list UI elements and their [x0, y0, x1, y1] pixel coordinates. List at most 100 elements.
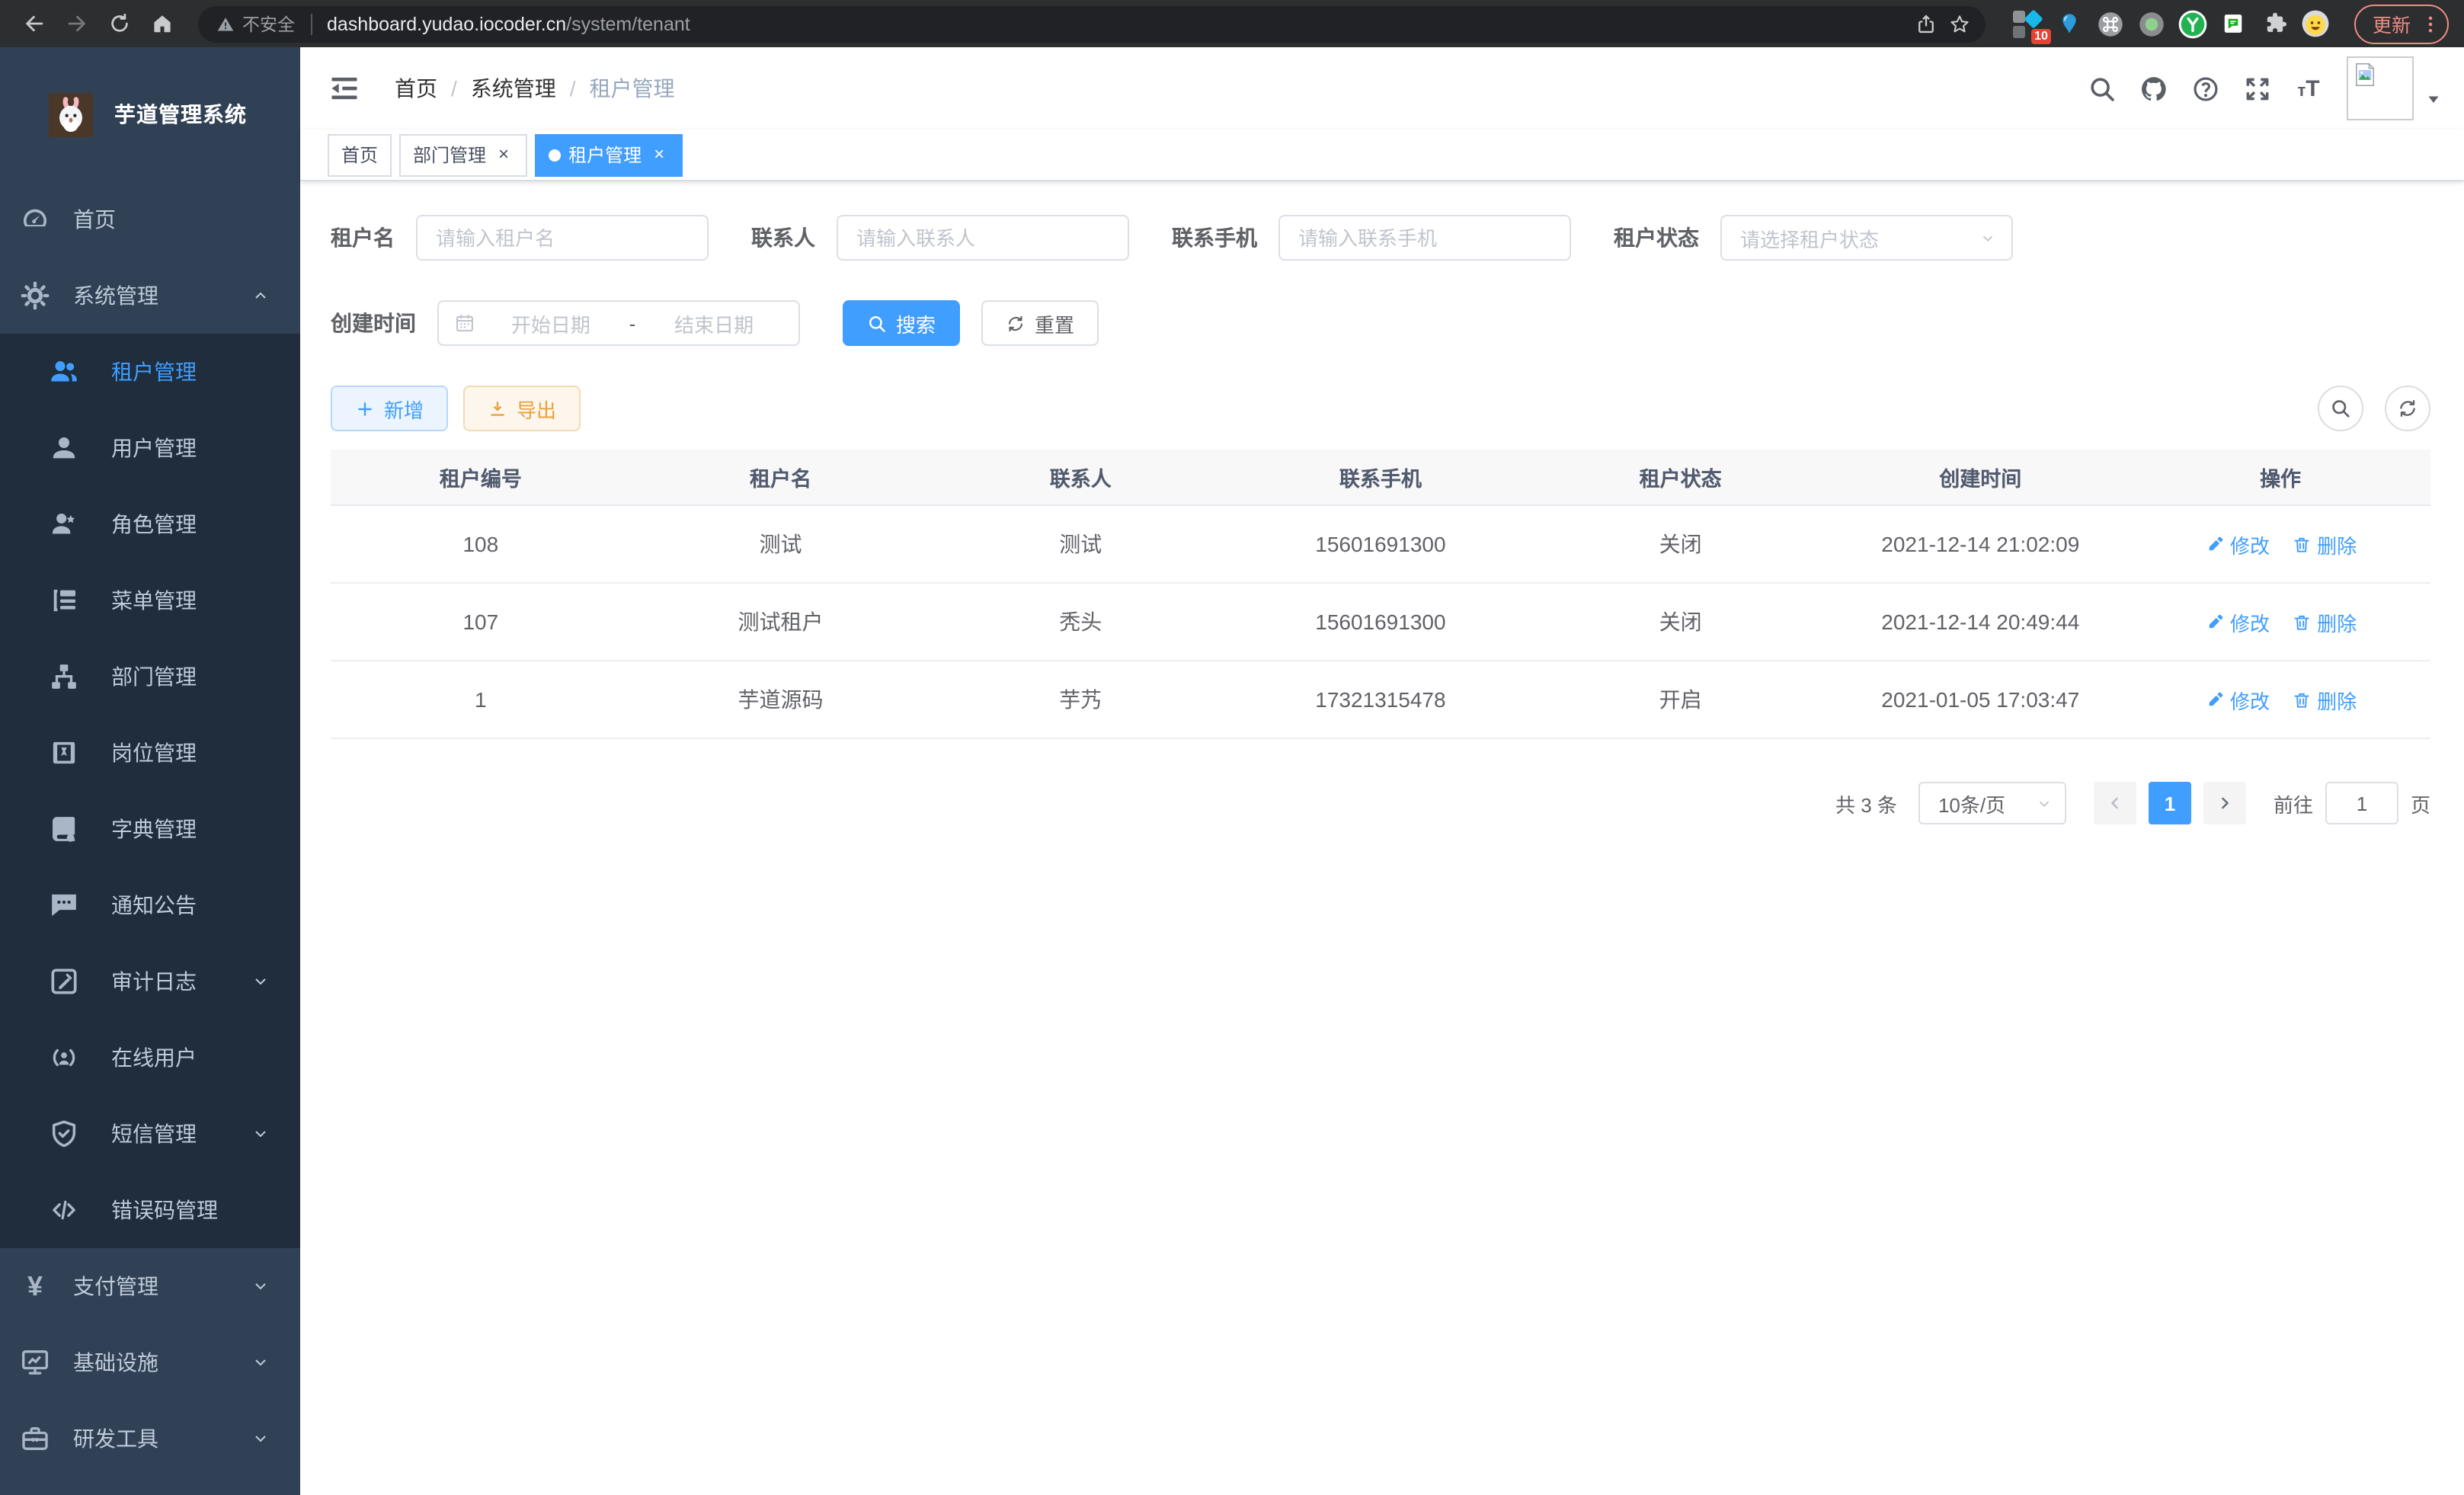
sidebar-item-dict-management[interactable]: 字典管理 [0, 791, 300, 867]
fullscreen-button[interactable] [2231, 58, 2283, 119]
sidebar-item-label: 首页 [73, 204, 116, 235]
sidebar-item-label: 角色管理 [111, 509, 197, 539]
refresh-table-button[interactable] [2385, 386, 2430, 431]
address-bar[interactable]: 不安全 dashboard.yudao.iocoder.cn/system/te… [198, 5, 1986, 42]
extension-chat-button[interactable] [2219, 8, 2249, 39]
balloon-icon [2057, 9, 2082, 38]
sidebar-item-label: 错误码管理 [111, 1195, 218, 1225]
breadcrumb-item[interactable]: 首页 [395, 73, 437, 104]
extension-command-button[interactable] [2095, 8, 2126, 39]
browser-forward-button[interactable] [58, 5, 94, 42]
security-chip[interactable]: 不安全 [216, 11, 295, 36]
extensions-row: 10 更新 [2013, 4, 2449, 43]
close-icon[interactable]: × [649, 145, 669, 165]
sidebar-item-label: 系统管理 [73, 280, 158, 311]
mobile-label: 联系手机 [1172, 222, 1257, 253]
chevron-down-icon [2036, 795, 2053, 812]
table-header-cell: 租户名 [631, 450, 931, 505]
sidebar-item-infrastructure[interactable]: 基础设施 [0, 1324, 300, 1401]
sidebar-item-pay-management[interactable]: ¥支付管理 [0, 1248, 300, 1324]
extension-y-button[interactable] [2178, 8, 2208, 39]
mobile-input[interactable] [1278, 215, 1571, 261]
refresh-icon [2397, 398, 2418, 419]
close-icon[interactable]: × [494, 145, 514, 165]
avatar-caret-icon[interactable] [2424, 90, 2443, 108]
sidebar-item-notice[interactable]: 通知公告 [0, 867, 300, 943]
sidebar-item-error-code[interactable]: 错误码管理 [0, 1172, 300, 1248]
table-row: 107测试租户秃头15601691300关闭2021-12-14 20:49:4… [331, 583, 2430, 661]
sidebar-item-post-management[interactable]: 岗位管理 [0, 715, 300, 791]
kebab-menu-icon [2420, 13, 2441, 34]
add-button[interactable]: 新增 [331, 386, 448, 431]
monitor-icon [20, 1347, 50, 1378]
sidebar-item-tenant-management[interactable]: 租户管理 [0, 334, 300, 410]
edit-link[interactable]: 修改 [2204, 607, 2270, 636]
edit-link[interactable]: 修改 [2204, 530, 2270, 559]
sidebar-item-online-user[interactable]: 在线用户 [0, 1020, 300, 1096]
tab-tenant-management[interactable]: 租户管理× [535, 133, 683, 176]
bookmark-button[interactable] [1943, 7, 1976, 40]
sidebar-item-dev-tools[interactable]: 研发工具 [0, 1401, 300, 1477]
sidebar-item-role-management[interactable]: 角色管理 [0, 486, 300, 562]
edit-link[interactable]: 修改 [2204, 685, 2270, 714]
delete-link[interactable]: 删除 [2291, 607, 2357, 636]
reset-button[interactable]: 重置 [981, 300, 1099, 346]
sidebar-item-label: 通知公告 [111, 890, 197, 920]
table-header-cell: 操作 [2130, 450, 2430, 505]
current-page-button[interactable]: 1 [2149, 782, 2191, 824]
sidebar-item-user-management[interactable]: 用户管理 [0, 410, 300, 486]
font-size-button[interactable]: тT [2283, 58, 2334, 119]
app-logo [47, 92, 94, 136]
sidebar-item-audit-log[interactable]: 审计日志 [0, 943, 300, 1020]
status-label: 租户状态 [1614, 222, 1699, 253]
security-label: 不安全 [242, 11, 295, 36]
sidebar-item-dept-management[interactable]: 部门管理 [0, 639, 300, 715]
sidebar-item-system-management[interactable]: 系统管理 [0, 258, 300, 334]
user-avatar[interactable] [2347, 56, 2414, 120]
tenant-name-input[interactable] [416, 215, 709, 261]
extension-balloon-button[interactable] [2054, 8, 2085, 39]
sidebar-item-sms-management[interactable]: 短信管理 [0, 1096, 300, 1172]
omnibox-divider [310, 13, 312, 34]
trash-icon [2291, 612, 2311, 632]
toggle-search-button[interactable] [2318, 386, 2363, 431]
share-button[interactable] [1909, 7, 1943, 40]
goto-page-input[interactable] [2325, 782, 2398, 824]
sidebar-item-menu-management[interactable]: 菜单管理 [0, 562, 300, 639]
sidebar-item-home[interactable]: 首页 [0, 181, 300, 258]
extension-blocker-button[interactable]: 10 [2013, 8, 2043, 39]
github-button[interactable] [2127, 58, 2179, 119]
prev-page-button[interactable] [2094, 782, 2136, 824]
pagination-total: 共 3 条 [1835, 789, 1897, 818]
browser-back-button[interactable] [15, 5, 52, 42]
search-button[interactable]: 搜索 [843, 300, 960, 346]
breadcrumb-item[interactable]: 系统管理 [471, 73, 556, 104]
delete-link[interactable]: 删除 [2291, 685, 2357, 714]
next-page-button[interactable] [2203, 782, 2246, 824]
cell-status: 开启 [1531, 661, 1831, 738]
date-range-picker[interactable]: 开始日期 - 结束日期 [437, 300, 800, 346]
circle-dot-icon [2138, 10, 2165, 37]
star-icon [1949, 13, 1970, 34]
delete-link[interactable]: 删除 [2291, 530, 2357, 559]
profile-avatar-button[interactable] [2301, 8, 2331, 39]
browser-reload-button[interactable] [101, 5, 137, 42]
extension-record-button[interactable] [2136, 8, 2167, 39]
tab-dept-management[interactable]: 部门管理× [399, 133, 527, 176]
browser-home-button[interactable] [143, 5, 180, 42]
status-select[interactable]: 请选择租户状态 [1720, 215, 2013, 261]
browser-update-menu-button[interactable]: 更新 [2354, 4, 2449, 43]
export-button[interactable]: 导出 [463, 386, 581, 431]
app-logo-row[interactable]: 芋道管理系统 [0, 47, 300, 181]
sidebar-item-label: 租户管理 [111, 357, 197, 387]
sidebar-item-label: 在线用户 [111, 1042, 197, 1073]
extensions-menu-button[interactable] [2260, 8, 2290, 39]
tab-home[interactable]: 首页 [328, 133, 392, 176]
header-search-button[interactable] [2075, 58, 2127, 119]
contact-input[interactable] [837, 215, 1129, 261]
page-size-select[interactable]: 10条/页 [1918, 782, 2066, 824]
help-button[interactable] [2179, 58, 2231, 119]
sidebar-collapse-button[interactable] [328, 72, 361, 105]
help-icon [2190, 74, 2219, 103]
sidebar: 芋道管理系统 首页系统管理租户管理用户管理角色管理菜单管理部门管理岗位管理字典管… [0, 47, 300, 1495]
